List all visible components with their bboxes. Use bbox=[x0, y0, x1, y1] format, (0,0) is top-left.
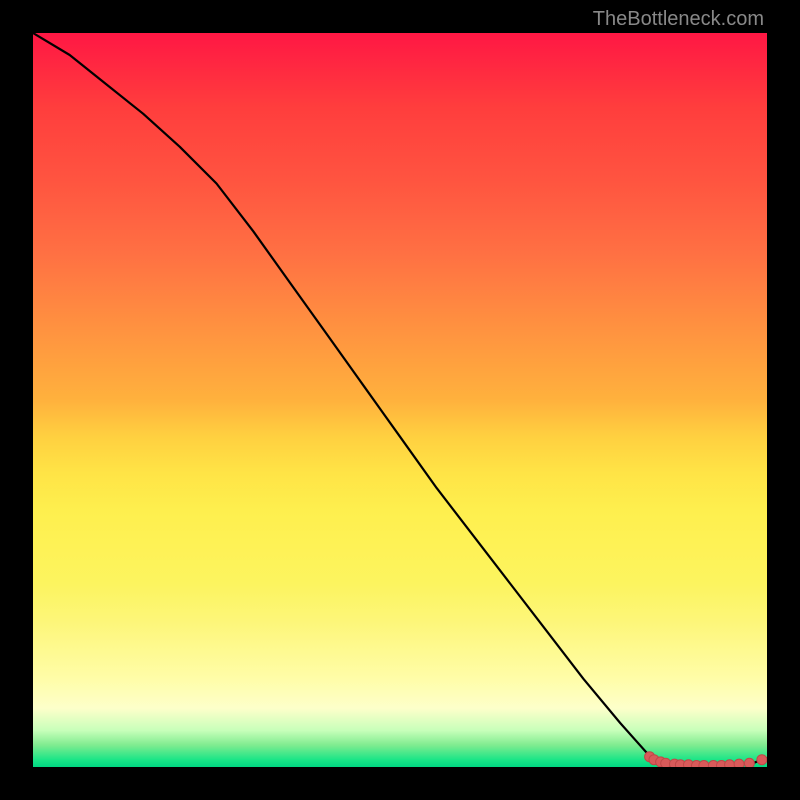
data-point bbox=[645, 752, 655, 762]
data-points-group bbox=[645, 752, 767, 767]
data-point bbox=[708, 761, 718, 768]
data-point bbox=[661, 758, 671, 767]
watermark-text: TheBottleneck.com bbox=[593, 8, 764, 31]
data-point bbox=[692, 761, 702, 768]
data-point bbox=[656, 757, 666, 767]
data-point bbox=[675, 760, 685, 767]
data-point bbox=[734, 759, 744, 767]
data-point bbox=[744, 758, 754, 767]
data-point bbox=[725, 760, 735, 767]
data-point bbox=[684, 760, 694, 767]
data-point bbox=[649, 755, 659, 765]
bottleneck-curve-line bbox=[33, 33, 767, 766]
data-point bbox=[757, 755, 767, 765]
data-point bbox=[717, 761, 727, 768]
chart-plot-area bbox=[33, 33, 767, 767]
data-point bbox=[699, 761, 709, 768]
data-point bbox=[670, 759, 680, 767]
chart-svg bbox=[33, 33, 767, 767]
